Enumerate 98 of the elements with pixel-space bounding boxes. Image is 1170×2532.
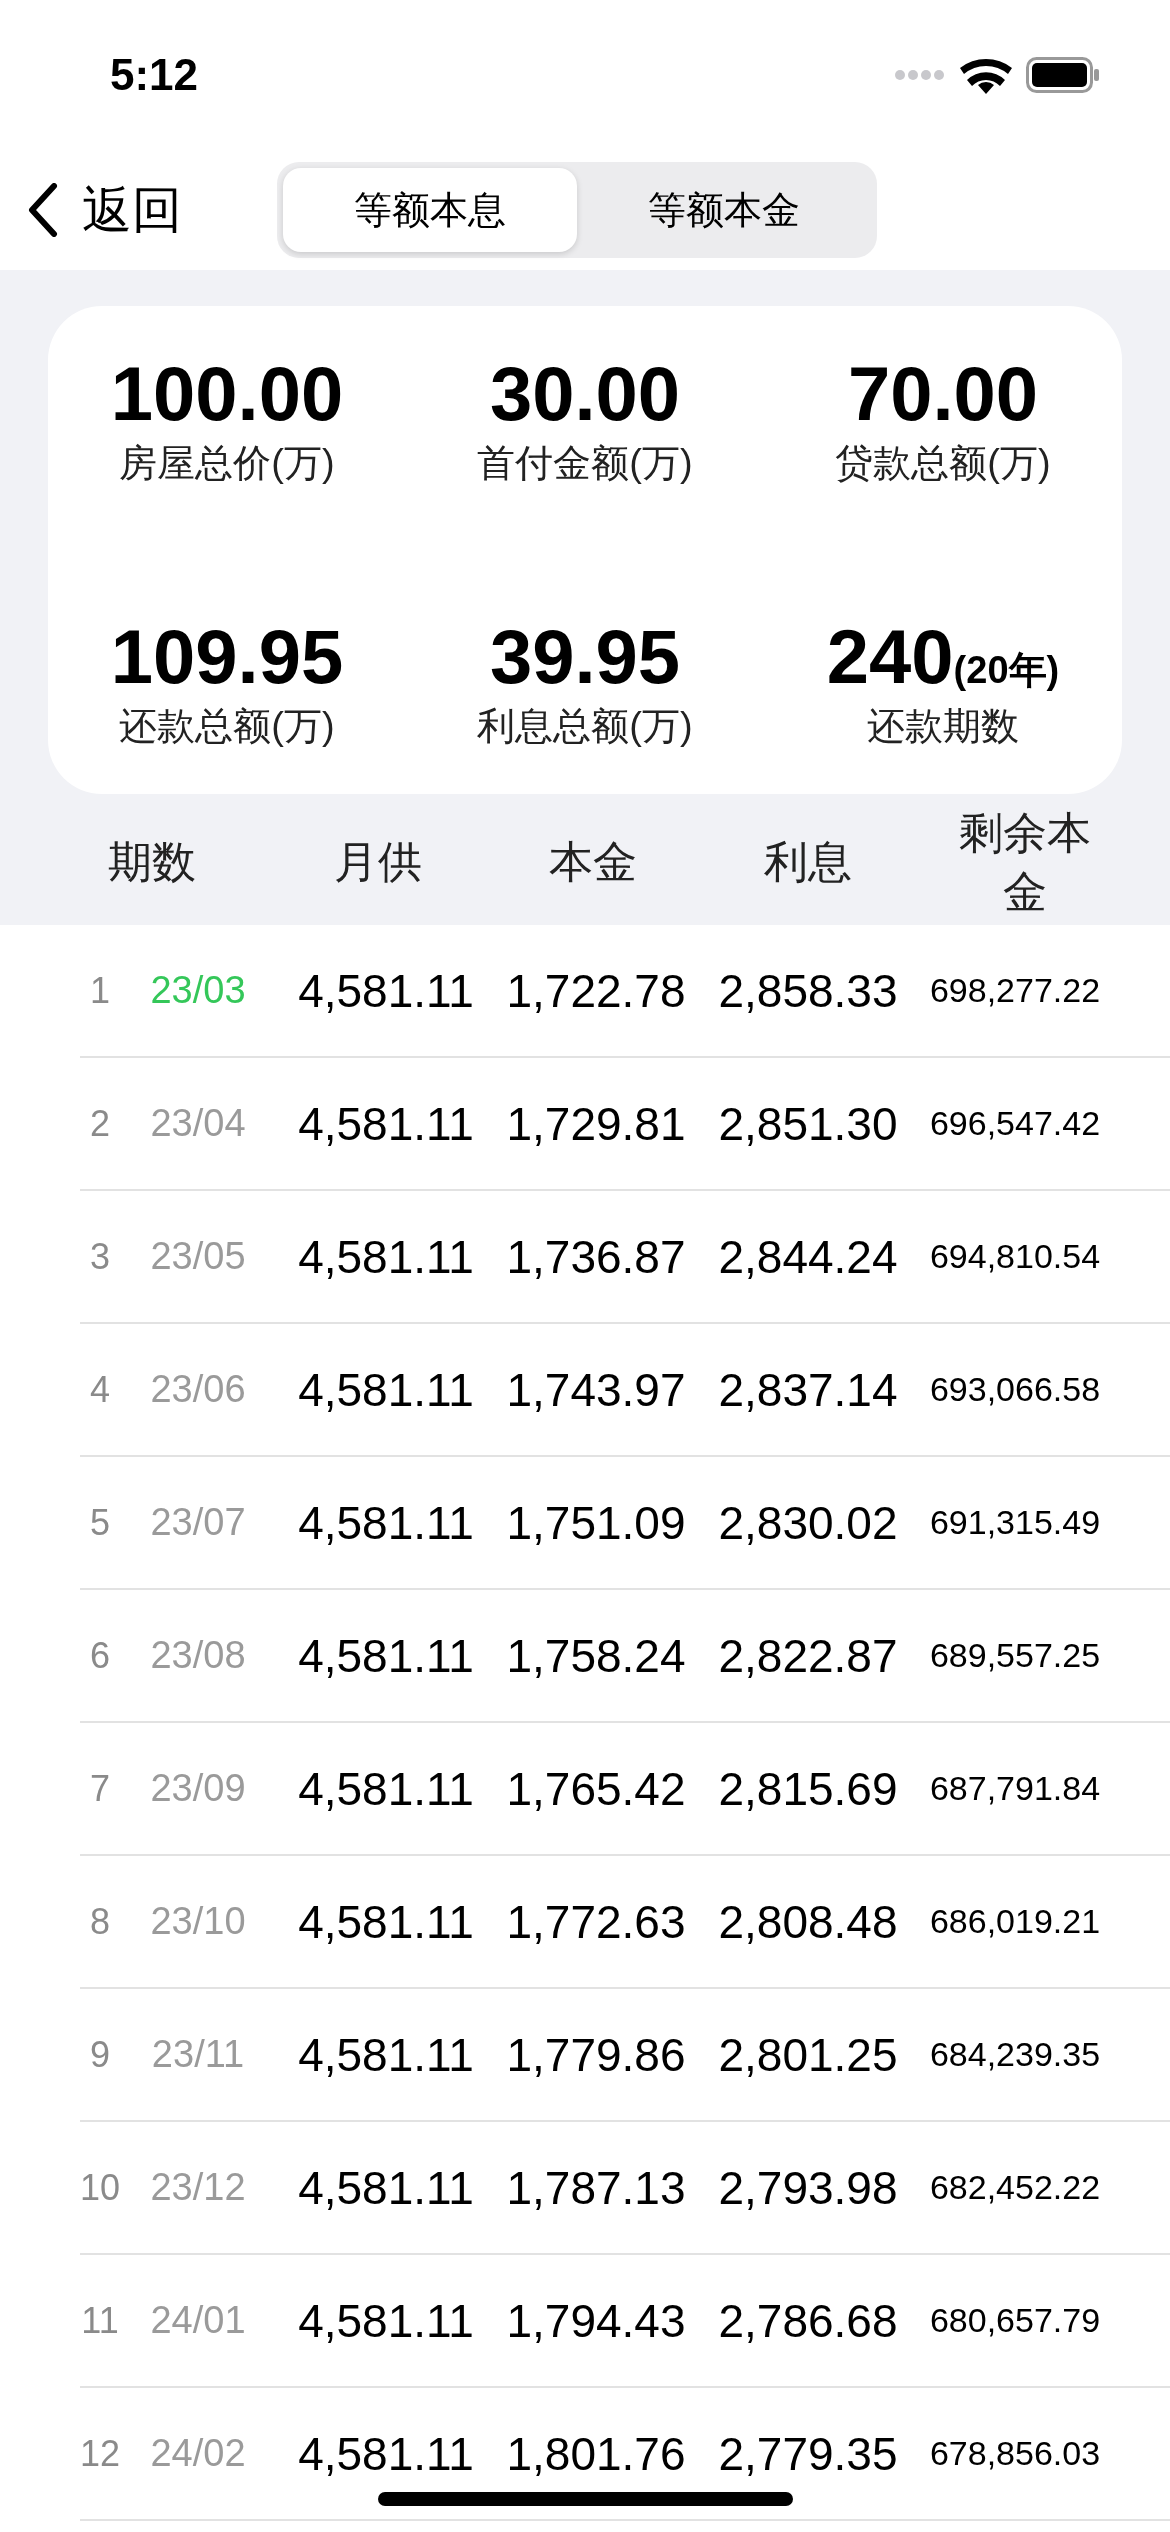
principal-cell-text: 1,772.63 <box>505 1894 687 1949</box>
stat-label: 首付金额(万) <box>477 440 693 486</box>
column-header: 本金 <box>548 836 638 889</box>
stat-value: 39.95 <box>489 616 681 697</box>
payment-cell-text: 4,581.11 <box>297 1761 475 1816</box>
period-number: 3 <box>89 1235 111 1278</box>
column-header: 剩余本金 <box>958 806 1092 918</box>
period-number: 6 <box>89 1634 111 1677</box>
date-cell-text: 23/06 <box>149 1368 247 1411</box>
remaining-cell-text: 678,856.03 <box>928 2434 1102 2473</box>
date-cell-text: 23/12 <box>149 2166 247 2209</box>
chevron-left-icon <box>28 183 58 237</box>
payment-cell-text: 4,581.11 <box>297 1495 475 1550</box>
interest-cell-text: 2,851.30 <box>717 1096 899 1151</box>
principal-cell-text: 1,779.86 <box>505 2027 687 2082</box>
segment-tab[interactable]: 等额本息 <box>283 168 577 252</box>
principal-cell-text: 1,758.24 <box>505 1628 687 1683</box>
principal-cell-text: 1,765.42 <box>505 1761 687 1816</box>
remaining-cell-text: 680,657.79 <box>928 2301 1102 2340</box>
interest-cell-text: 2,844.24 <box>717 1229 899 1284</box>
period-number: 12 <box>80 2432 120 2475</box>
period-number: 5 <box>89 1501 111 1544</box>
date-cell-text: 23/04 <box>149 1102 247 1145</box>
interest-cell-text: 2,779.35 <box>717 2426 899 2481</box>
principal-cell-text: 1,722.78 <box>505 963 687 1018</box>
remaining-cell-text: 693,066.58 <box>928 1370 1102 1409</box>
remaining-cell-text: 687,791.84 <box>928 1769 1102 1808</box>
principal-cell-text: 1,801.76 <box>505 2426 687 2481</box>
payment-cell-text: 4,581.11 <box>297 1628 475 1683</box>
payment-cell-text: 4,581.11 <box>297 1362 475 1417</box>
payment-cell-text: 4,581.11 <box>297 963 475 1018</box>
period-number: 7 <box>89 1767 111 1810</box>
date-cell-text: 23/05 <box>149 1235 247 1278</box>
payment-cell-text: 4,581.11 <box>297 1894 475 1949</box>
column-header: 期数 <box>107 836 197 889</box>
interest-cell-text: 2,801.25 <box>717 2027 899 2082</box>
stat-label: 还款总额(万) <box>119 703 335 749</box>
payment-cell-text: 4,581.11 <box>297 1229 475 1284</box>
interest-cell-text: 2,786.68 <box>717 2293 899 2348</box>
principal-cell-text: 1,729.81 <box>505 1096 687 1151</box>
remaining-cell-text: 698,277.22 <box>928 971 1102 1010</box>
principal-cell-text: 1,736.87 <box>505 1229 687 1284</box>
interest-cell-text: 2,837.14 <box>717 1362 899 1417</box>
payment-cell-text: 4,581.11 <box>297 2293 475 2348</box>
date-cell-text: 23/11 <box>150 2033 246 2076</box>
date-cell-text: 23/08 <box>149 1634 247 1677</box>
column-header: 月供 <box>333 836 423 889</box>
remaining-cell-text: 689,557.25 <box>928 1636 1102 1675</box>
period-number: 9 <box>89 2033 111 2076</box>
stat-label: 还款期数 <box>867 703 1019 749</box>
period-number: 2 <box>89 1102 111 1145</box>
date-cell-text: 23/10 <box>149 1900 247 1943</box>
stat-label: 贷款总额(万) <box>835 440 1051 486</box>
interest-cell-text: 2,822.87 <box>717 1628 899 1683</box>
battery-icon <box>1026 57 1100 93</box>
remaining-cell-text: 691,315.49 <box>928 1503 1102 1542</box>
period-number: 8 <box>89 1900 111 1943</box>
stat-value: 100.00 <box>110 354 344 434</box>
payment-cell-text: 4,581.11 <box>297 2160 475 2215</box>
date-cell-text: 24/01 <box>149 2299 247 2342</box>
interest-cell-text: 2,830.02 <box>717 1495 899 1550</box>
date-cell-text: 23/07 <box>149 1501 247 1544</box>
stat-label: 房屋总价(万) <box>119 440 335 486</box>
interest-cell-text: 2,808.48 <box>717 1894 899 1949</box>
remaining-cell-text: 682,452.22 <box>928 2168 1102 2207</box>
payment-cell-text: 4,581.11 <box>297 1096 475 1151</box>
stat-unit: (20年) <box>953 647 1060 693</box>
stat-value: 70.00 <box>847 354 1039 434</box>
status-time: 5:12 <box>110 50 199 100</box>
date-cell-text: 23/03 <box>149 969 247 1012</box>
payment-cell-text: 4,581.11 <box>297 2027 475 2082</box>
interest-cell-text: 2,858.33 <box>717 963 899 1018</box>
remaining-cell-text: 696,547.42 <box>928 1104 1102 1143</box>
wifi-icon <box>960 56 1012 94</box>
stat-value: 30.00 <box>489 354 681 434</box>
principal-cell-text: 1,743.97 <box>505 1362 687 1417</box>
date-cell-text: 23/09 <box>149 1767 247 1810</box>
principal-cell-text: 1,751.09 <box>505 1495 687 1550</box>
principal-cell-text: 1,787.13 <box>505 2160 687 2215</box>
stat-label: 利息总额(万) <box>477 703 693 749</box>
date-cell-text: 24/02 <box>149 2432 247 2475</box>
period-number: 11 <box>80 2299 120 2342</box>
remaining-cell-text: 686,019.21 <box>928 1902 1102 1941</box>
stat-value: 109.95 <box>110 616 344 697</box>
principal-cell-text: 1,794.43 <box>505 2293 687 2348</box>
column-header: 利息 <box>763 836 853 889</box>
interest-cell-text: 2,815.69 <box>717 1761 899 1816</box>
period-number: 1 <box>89 969 111 1012</box>
segment-tab[interactable]: 等额本金 <box>577 168 871 252</box>
payment-cell-text: 4,581.11 <box>297 2426 475 2481</box>
signal-icon <box>894 69 946 81</box>
remaining-cell-text: 684,239.35 <box>928 2035 1102 2074</box>
period-number: 10 <box>80 2166 120 2209</box>
back-button[interactable]: 返回 <box>28 176 182 244</box>
remaining-cell-text: 694,810.54 <box>928 1237 1102 1276</box>
period-number: 4 <box>89 1368 111 1411</box>
interest-cell-text: 2,793.98 <box>717 2160 899 2215</box>
stat-value: 240 <box>826 616 954 697</box>
